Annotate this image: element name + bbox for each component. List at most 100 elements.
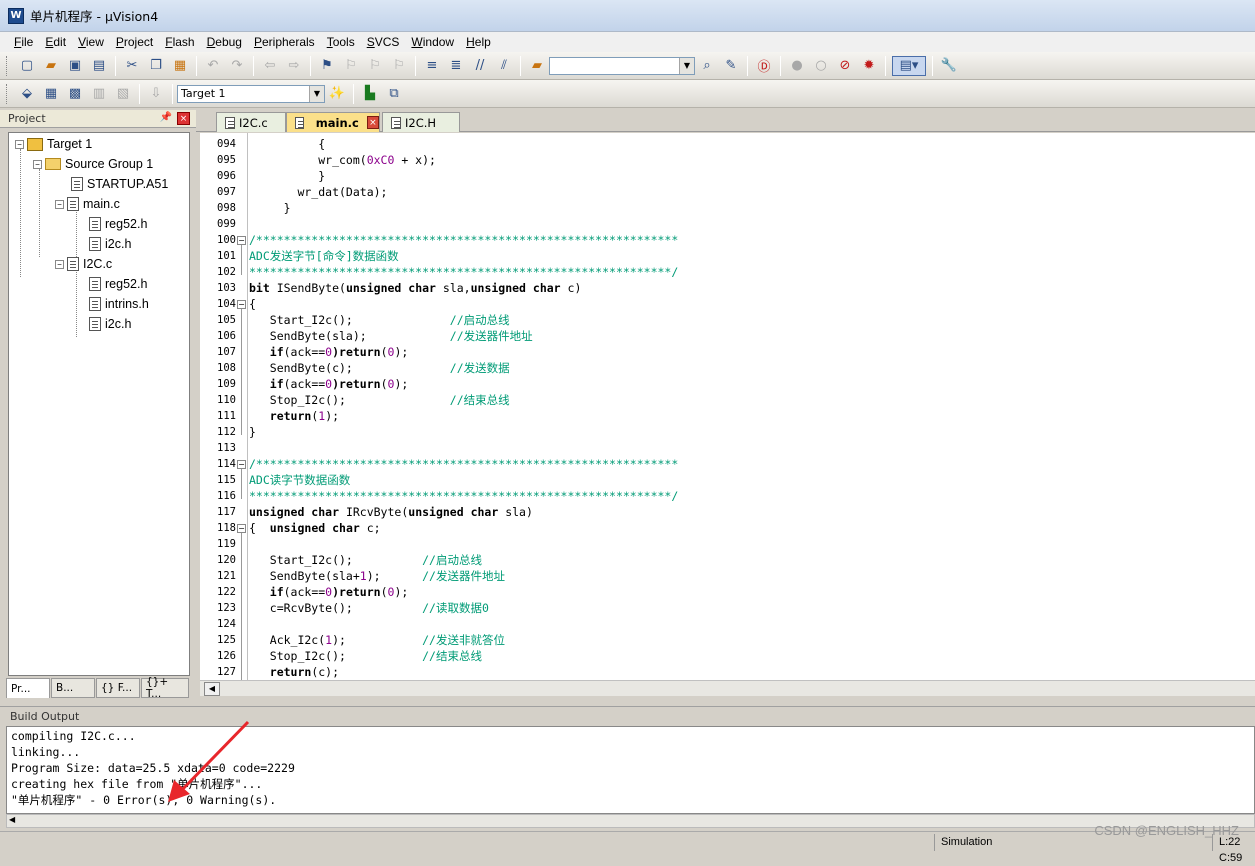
collapse-icon[interactable]: −	[33, 159, 42, 169]
save-icon[interactable]: ▣	[65, 56, 85, 76]
rebuild-icon[interactable]: ▩	[65, 84, 85, 104]
collapse-icon[interactable]: −	[55, 259, 64, 269]
find-in-files-icon[interactable]: ▰	[527, 56, 547, 76]
tree-item-main-reg52[interactable]: reg52.h	[89, 215, 147, 233]
menu-view[interactable]: View	[72, 35, 110, 49]
new-file-icon[interactable]: ▢	[17, 56, 37, 76]
tab-books[interactable]: B...	[51, 678, 95, 698]
menu-edit[interactable]: Edit	[39, 35, 72, 49]
tree-item-main-i2c-h[interactable]: i2c.h	[89, 235, 131, 253]
menu-file[interactable]: File	[8, 35, 39, 49]
code-line: ****************************************…	[249, 265, 679, 279]
incremental-find-icon[interactable]: ✎	[721, 56, 741, 76]
fold-toggle[interactable]: −	[237, 300, 246, 309]
line-number: 124	[217, 618, 236, 630]
editor-horizontal-scrollbar[interactable]: ◀	[200, 680, 1255, 696]
paste-icon[interactable]: ▦	[170, 56, 190, 76]
file-icon	[89, 317, 101, 331]
comment-icon[interactable]: //	[470, 56, 490, 76]
bookmark-next-icon[interactable]: ⚐	[365, 56, 385, 76]
menu-flash[interactable]: Flash	[159, 35, 200, 49]
undo-icon[interactable]: ↶	[203, 56, 223, 76]
chevron-down-icon[interactable]: ▼	[309, 85, 324, 102]
build-output-scrollbar[interactable]: ◀	[6, 814, 1255, 828]
manage-components-icon[interactable]: ▙	[360, 84, 380, 104]
find-combo[interactable]: ▼	[549, 56, 695, 75]
close-icon[interactable]: ×	[366, 116, 379, 129]
configure-wrench-icon[interactable]: 🔧	[939, 56, 959, 76]
breakpoint-disable-all-icon[interactable]: ⊘	[835, 56, 855, 76]
tree-item-source-group[interactable]: − Source Group 1	[33, 155, 153, 173]
tab-project[interactable]: Pr...	[6, 678, 50, 698]
unindent-icon[interactable]: ≣	[446, 56, 466, 76]
collapse-icon[interactable]: −	[15, 139, 24, 149]
save-all-icon[interactable]: ▤	[89, 56, 109, 76]
toolbar-grip[interactable]	[6, 83, 9, 104]
menu-peripherals[interactable]: Peripherals	[248, 35, 321, 49]
redo-icon[interactable]: ↷	[227, 56, 247, 76]
chevron-down-icon[interactable]: ▼	[679, 57, 694, 74]
toolbar-separator	[780, 55, 781, 76]
line-number: 109	[217, 378, 236, 390]
translate-icon[interactable]: ⬙	[17, 84, 37, 104]
tree-item-target[interactable]: − Target 1	[15, 135, 92, 153]
scroll-left-icon[interactable]: ◀	[9, 815, 15, 824]
bookmark-icon[interactable]: ⚑	[317, 56, 337, 76]
fold-toggle[interactable]: −	[237, 236, 246, 245]
breakpoint-kill-all-icon[interactable]: ✹	[859, 56, 879, 76]
nav-forward-icon[interactable]: ⇨	[284, 56, 304, 76]
bookmark-prev-icon[interactable]: ⚐	[341, 56, 361, 76]
stop-build-icon[interactable]: ▧	[113, 84, 133, 104]
build-toolbar: ⬙ ▦ ▩ ▥ ▧ ⇩ Target 1 ▼ ✨ ▙ ⧉	[0, 80, 1255, 108]
toolbar-grip[interactable]	[6, 55, 9, 76]
load-download-icon[interactable]: ⇩	[146, 84, 166, 104]
tab-main-c[interactable]: main.c ×	[286, 112, 380, 132]
tree-item-i2c-c[interactable]: − I2C.c	[55, 255, 112, 273]
menu-help[interactable]: Help	[460, 35, 497, 49]
bookmark-clear-icon[interactable]: ⚐	[389, 56, 409, 76]
code-editor[interactable]: 094 095 096 097 098 099 100 101 102 103 …	[200, 133, 1255, 680]
scroll-left-icon[interactable]: ◀	[204, 682, 220, 696]
menu-window[interactable]: Window	[405, 35, 460, 49]
collapse-icon[interactable]: −	[55, 199, 64, 209]
menu-tools[interactable]: Tools	[321, 35, 361, 49]
pin-icon[interactable]: 📌	[160, 112, 172, 123]
line-number: 094	[217, 138, 236, 150]
fold-toggle[interactable]: −	[237, 524, 246, 533]
line-number: 118	[217, 522, 236, 534]
tree-item-i2c-reg52[interactable]: reg52.h	[89, 275, 147, 293]
fold-toggle[interactable]: −	[237, 460, 246, 469]
fold-line	[241, 469, 242, 499]
line-number: 116	[217, 490, 236, 502]
breakpoint-insert-icon[interactable]: ●	[787, 56, 807, 76]
tree-item-startup[interactable]: STARTUP.A51	[71, 175, 168, 193]
tab-i2c-h[interactable]: I2C.H	[382, 112, 460, 132]
copy-icon[interactable]: ❐	[146, 56, 166, 76]
window-layout-icon[interactable]: ▤▾	[892, 55, 926, 76]
uncomment-icon[interactable]: ⫽	[494, 56, 514, 76]
tab-templates[interactable]: {}+ T...	[141, 676, 189, 700]
indent-icon[interactable]: ≡	[422, 56, 442, 76]
menu-debug[interactable]: Debug	[201, 35, 248, 49]
tree-line	[20, 149, 21, 277]
tab-functions[interactable]: {} F...	[96, 678, 140, 698]
open-folder-icon[interactable]: ▰	[41, 56, 61, 76]
menu-svcs[interactable]: SVCS	[361, 35, 406, 49]
cut-icon[interactable]: ✂	[122, 56, 142, 76]
batch-build-icon[interactable]: ▥	[89, 84, 109, 104]
multi-project-icon[interactable]: ⧉	[384, 84, 404, 104]
breakpoint-enable-icon[interactable]: ○	[811, 56, 831, 76]
close-icon[interactable]: ×	[177, 112, 190, 125]
target-select-value: Target 1	[181, 87, 226, 100]
target-select[interactable]: Target 1 ▼	[177, 84, 325, 103]
tree-item-main-c[interactable]: − main.c	[55, 195, 120, 213]
tree-item-intrins[interactable]: intrins.h	[89, 295, 149, 313]
target-options-icon[interactable]: ✨	[327, 84, 347, 104]
tab-i2c-c[interactable]: I2C.c	[216, 112, 286, 132]
find-icon[interactable]: ⌕	[697, 56, 717, 76]
menu-project[interactable]: Project	[110, 35, 159, 49]
start-debug-icon[interactable]: Ⓓ	[754, 56, 774, 76]
nav-back-icon[interactable]: ⇦	[260, 56, 280, 76]
build-icon[interactable]: ▦	[41, 84, 61, 104]
tree-item-i2c-i2c-h[interactable]: i2c.h	[89, 315, 131, 333]
